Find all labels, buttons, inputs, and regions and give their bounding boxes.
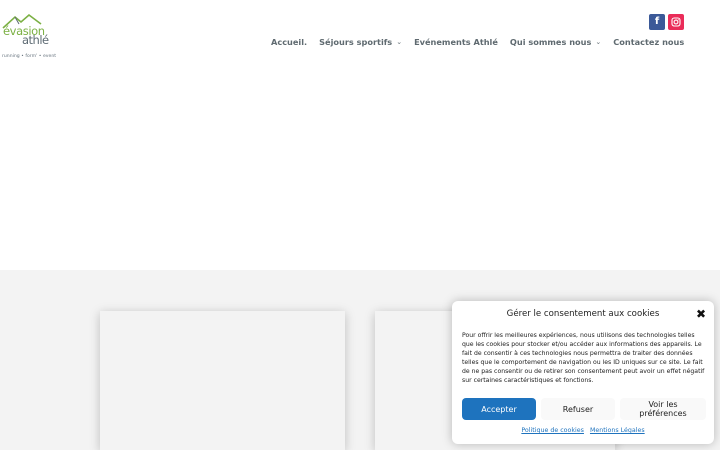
cookie-links: Politique de cookies Mentions Légales [452,427,714,434]
facebook-icon: f [654,16,660,27]
chevron-down-icon: ⌄ [595,38,602,46]
cookie-consent-dialog: Gérer le consentement aux cookies ✖ Pour… [452,301,714,444]
nav-item-accueil[interactable]: Accueil. [271,37,307,48]
nav-item-label: Evénements Athlé [414,37,498,47]
site-header: évasion athlé running • form' • event f … [0,0,720,270]
accept-button[interactable]: Accepter [462,398,536,420]
instagram-icon [671,17,681,27]
nav-item-label: Contactez nous [613,37,685,47]
nav-item-label: Accueil. [271,37,308,47]
facebook-link[interactable]: f [649,14,665,30]
nav-item-evenements-athle[interactable]: Evénements Athlé [414,37,498,48]
legal-notice-link[interactable]: Mentions Légales [590,427,645,434]
nav-item-contactez-nous[interactable]: Contactez nous [613,37,684,48]
instagram-link[interactable] [668,14,684,30]
main-nav: Accueil. Séjours sportifs ⌄ Evénements A… [271,37,684,48]
cookie-policy-link[interactable]: Politique de cookies [521,427,584,434]
nav-item-label: Séjours sportifs [319,37,393,47]
logo-tagline: running • form' • event [2,54,57,59]
nav-item-label: Qui sommes nous [509,37,592,47]
cookie-description: Pour offrir les meilleures expériences, … [462,332,705,385]
refuse-button[interactable]: Refuser [541,398,615,420]
chevron-down-icon: ⌄ [396,38,403,46]
content-card [100,311,345,450]
close-icon[interactable]: ✖ [696,308,706,320]
cookie-dialog-title: Gérer le consentement aux cookies [506,309,660,319]
view-preferences-button[interactable]: Voir les préférences [620,398,706,420]
nav-item-qui-sommes-nous[interactable]: Qui sommes nous ⌄ [510,37,601,48]
logo-word-athle: athlé [22,33,49,47]
site-logo[interactable]: évasion athlé running • form' • event [1,12,56,59]
nav-item-sejours-sportifs[interactable]: Séjours sportifs ⌄ [319,37,402,48]
